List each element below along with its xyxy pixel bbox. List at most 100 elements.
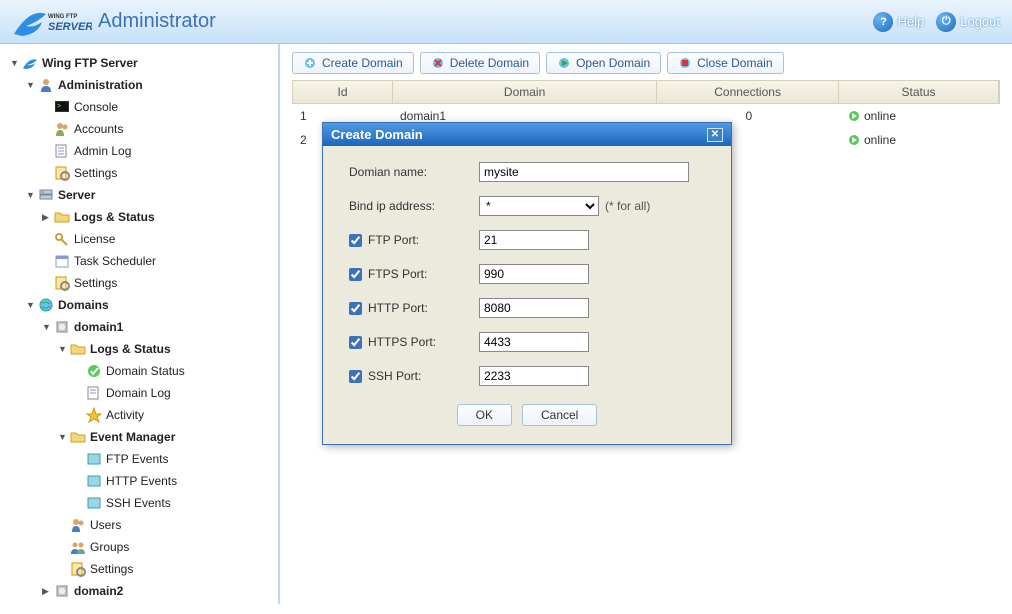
tree-domain-log[interactable]: Domain Log <box>74 382 274 404</box>
th-id[interactable]: Id <box>293 81 393 103</box>
app-header: WING FTP SERVER Administrator ? Help ⏻ L… <box>0 0 1012 44</box>
dialog-close-button[interactable]: ✕ <box>707 128 723 142</box>
create-domain-dialog: Create Domain ✕ Domian name: Bind ip add… <box>322 122 732 445</box>
ftps-port-checkbox[interactable] <box>349 268 362 281</box>
disk-icon <box>54 583 70 599</box>
folder-icon <box>70 429 86 445</box>
http-port-input[interactable] <box>479 298 589 318</box>
create-domain-button[interactable]: Create Domain <box>292 52 414 74</box>
tree-admin-settings[interactable]: Settings <box>42 162 274 184</box>
folder-icon <box>70 341 86 357</box>
logo-text-bottom: SERVER <box>48 21 92 33</box>
users-icon <box>70 517 86 533</box>
tree-domain-status[interactable]: Domain Status <box>74 360 274 382</box>
tree-d1-groups[interactable]: Groups <box>58 536 274 558</box>
ftps-port-input[interactable] <box>479 264 589 284</box>
settings-icon <box>54 275 70 291</box>
logo-text-top: WING FTP <box>48 14 77 20</box>
activity-icon <box>86 407 102 423</box>
dialog-title: Create Domain <box>331 127 423 142</box>
logout-link[interactable]: ⏻ Logout <box>936 12 1000 32</box>
ftp-port-input[interactable] <box>479 230 589 250</box>
ok-button[interactable]: OK <box>457 404 512 426</box>
tree-root[interactable]: ▼ Wing FTP Server ▼ Administration >Cons… <box>10 52 274 602</box>
app-title: Administrator <box>98 10 216 33</box>
ssh-port-input[interactable] <box>479 366 589 386</box>
logo: WING FTP SERVER Administrator <box>12 4 216 40</box>
tree-d1-event[interactable]: ▼Event Manager FTP Events HTTP Events SS… <box>58 426 274 514</box>
https-port-checkbox[interactable] <box>349 336 362 349</box>
tree-accounts[interactable]: Accounts <box>42 118 274 140</box>
ftp-port-label: FTP Port: <box>368 233 419 247</box>
console-icon: > <box>54 99 70 115</box>
tree-d1-users[interactable]: Users <box>58 514 274 536</box>
close-domain-button[interactable]: Close Domain <box>667 52 783 74</box>
tree-server-logs[interactable]: ▶Logs & Status <box>42 206 274 228</box>
content-area: Create Domain Delete Domain Open Domain … <box>280 44 1012 604</box>
toolbar: Create Domain Delete Domain Open Domain … <box>292 52 1000 74</box>
server-root-icon <box>22 55 38 71</box>
folder-icon <box>54 209 70 225</box>
event-icon <box>86 495 102 511</box>
wing-ftp-logo-icon: WING FTP SERVER <box>12 4 92 40</box>
http-port-checkbox[interactable] <box>349 302 362 315</box>
th-connections[interactable]: Connections <box>657 81 839 103</box>
th-status[interactable]: Status <box>839 81 999 103</box>
check-icon <box>86 363 102 379</box>
event-icon <box>86 473 102 489</box>
tree-d1-logs[interactable]: ▼Logs & Status Domain Status Domain Log … <box>58 338 274 426</box>
tree-task-scheduler[interactable]: Task Scheduler <box>42 250 274 272</box>
domain-name-input[interactable] <box>479 162 689 182</box>
groups-icon <box>70 539 86 555</box>
tree-domain2[interactable]: ▶domain2 <box>42 580 274 602</box>
help-icon: ? <box>873 12 893 32</box>
bind-ip-hint: (* for all) <box>605 199 650 213</box>
bind-ip-select[interactable]: * <box>479 196 599 216</box>
log-icon <box>54 143 70 159</box>
delete-domain-button[interactable]: Delete Domain <box>420 52 540 74</box>
ssh-port-label: SSH Port: <box>368 369 421 383</box>
tree-console[interactable]: >Console <box>42 96 274 118</box>
tree-activity[interactable]: Activity <box>74 404 274 426</box>
ssh-port-checkbox[interactable] <box>349 370 362 383</box>
tree-ftp-events[interactable]: FTP Events <box>74 448 274 470</box>
dialog-title-bar[interactable]: Create Domain ✕ <box>323 123 731 146</box>
logout-label: Logout <box>960 14 1000 29</box>
tree-http-events[interactable]: HTTP Events <box>74 470 274 492</box>
calendar-icon <box>54 253 70 269</box>
ftps-port-label: FTPS Port: <box>368 267 427 281</box>
tree-license[interactable]: License <box>42 228 274 250</box>
tree-admin-log[interactable]: Admin Log <box>42 140 274 162</box>
settings-icon <box>70 561 86 577</box>
table-header: Id Domain Connections Status <box>292 80 1000 104</box>
tree-domain1[interactable]: ▼domain1 ▼Logs & Status Domain Status Do… <box>42 316 274 580</box>
ftp-port-checkbox[interactable] <box>349 234 362 247</box>
tree-administration[interactable]: ▼ Administration >Console Accounts Admin… <box>26 74 274 184</box>
tree-server-settings[interactable]: Settings <box>42 272 274 294</box>
settings-icon <box>54 165 70 181</box>
help-link[interactable]: ? Help <box>873 12 924 32</box>
disk-icon <box>54 319 70 335</box>
th-domain[interactable]: Domain <box>393 81 657 103</box>
key-icon <box>54 231 70 247</box>
stop-icon <box>678 56 692 70</box>
tree-domains[interactable]: ▼ Domains ▼domain1 ▼Logs & Status <box>26 294 274 602</box>
tree-d1-settings[interactable]: Settings <box>58 558 274 580</box>
tree-server[interactable]: ▼ Server ▶Logs & Status License Task Sch… <box>26 184 274 294</box>
globe-icon <box>38 297 54 313</box>
http-port-label: HTTP Port: <box>368 301 428 315</box>
tree-ssh-events[interactable]: SSH Events <box>74 492 274 514</box>
https-port-label: HTTPS Port: <box>368 335 436 349</box>
server-icon <box>38 187 54 203</box>
play-icon <box>557 56 571 70</box>
cell-status: online <box>840 131 1000 149</box>
log-icon <box>86 385 102 401</box>
bind-ip-label: Bind ip address: <box>349 199 479 213</box>
sidebar: ▼ Wing FTP Server ▼ Administration >Cons… <box>0 44 280 604</box>
nav-tree: ▼ Wing FTP Server ▼ Administration >Cons… <box>4 52 274 602</box>
open-domain-button[interactable]: Open Domain <box>546 52 661 74</box>
https-port-input[interactable] <box>479 332 589 352</box>
svg-text:>: > <box>57 103 61 110</box>
help-label: Help <box>897 14 924 29</box>
cancel-button[interactable]: Cancel <box>522 404 597 426</box>
